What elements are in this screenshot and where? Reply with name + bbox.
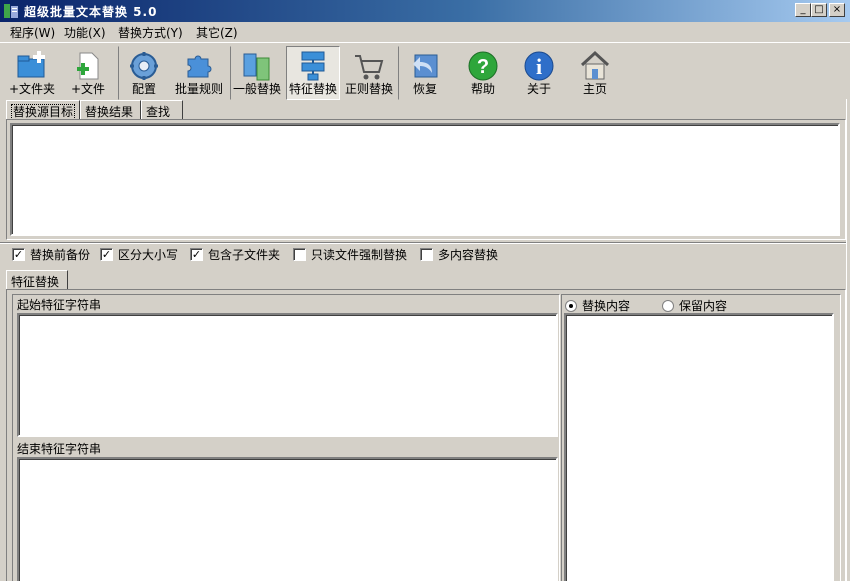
tab-replace-result-label: 替换结果 <box>85 105 134 119</box>
tab-replace-result[interactable]: 替换结果 <box>80 100 141 120</box>
subfolders-checkbox[interactable]: ✓ 包含子文件夹 <box>190 246 280 263</box>
backup-checkbox[interactable]: ✓ 替换前备份 <box>12 246 90 263</box>
minimize-button[interactable]: _ <box>795 3 811 17</box>
feature-replace-label: 特征替换 <box>288 82 337 96</box>
homepage-button[interactable]: 主页 <box>568 46 622 100</box>
toolbar: +文件夹 +文件 配置 批量规则 一般替换 特征替换 正则替换 恢复 ? 帮助 … <box>0 42 850 100</box>
add-folder-icon <box>17 51 45 78</box>
puzzle-icon <box>187 55 212 78</box>
regex-replace-button[interactable]: 正则替换 <box>342 46 396 100</box>
cart-icon <box>355 55 384 80</box>
keep-content-radio[interactable]: 保留内容 <box>662 297 727 314</box>
divider <box>0 242 850 244</box>
case-check-icon: ✓ <box>100 248 113 261</box>
end-feature-input[interactable] <box>17 457 558 581</box>
readonly-force-checkbox[interactable]: 只读文件强制替换 <box>293 246 407 263</box>
window-title: 超级批量文本替换 5.0 <box>24 5 158 19</box>
restore-label: 恢复 <box>412 82 437 96</box>
menu-program[interactable]: 程序(W) <box>10 24 55 41</box>
tab-search-label: 查找 <box>146 105 171 119</box>
replace-content-label: 替换内容 <box>582 299 631 313</box>
help-icon: ? <box>468 51 498 81</box>
add-file-icon <box>77 52 99 80</box>
replace-content-radio[interactable]: 替换内容 <box>565 297 630 314</box>
config-label: 配置 <box>131 82 156 96</box>
replace-radio-dot <box>565 299 577 312</box>
svg-text:i: i <box>536 54 542 79</box>
batch-rules-label: 批量规则 <box>174 82 223 96</box>
readonly-force-label: 只读文件强制替换 <box>311 248 408 262</box>
svg-text:?: ? <box>477 56 489 78</box>
normal-replace-button[interactable]: 一般替换 <box>230 46 284 100</box>
config-button[interactable]: 配置 <box>118 46 170 100</box>
tab-feature-replace-label: 特征替换 <box>11 275 60 289</box>
add-file-label: +文件 <box>70 82 106 96</box>
maximize-button[interactable]: □ <box>811 3 827 17</box>
help-label: 帮助 <box>470 82 495 96</box>
homepage-label: 主页 <box>582 82 607 96</box>
about-label: 关于 <box>526 82 551 96</box>
title-bar: 超级批量文本替换 5.0 _ □ × <box>0 0 850 22</box>
gear-icon <box>130 52 158 80</box>
add-folder-button[interactable]: +文件夹 <box>6 46 58 100</box>
undo-arrow-icon <box>413 54 438 78</box>
menu-bar: 程序(W) 功能(X) 替换方式(Y) 其它(Z) <box>0 22 850 41</box>
window-edge <box>846 99 850 581</box>
source-list[interactable] <box>10 123 840 236</box>
batch-rules-button[interactable]: 批量规则 <box>172 46 226 100</box>
start-feature-input[interactable] <box>17 313 558 437</box>
backup-label: 替换前备份 <box>30 248 91 262</box>
start-feature-label: 起始特征字符串 <box>17 298 102 312</box>
tab-replace-source[interactable]: 替换源目标 <box>6 100 80 120</box>
normal-replace-label: 一般替换 <box>232 82 281 96</box>
about-button[interactable]: i 关于 <box>512 46 566 100</box>
app-icon <box>4 4 18 18</box>
menu-other[interactable]: 其它(Z) <box>196 24 238 41</box>
multi-content-checkbox[interactable]: 多内容替换 <box>420 246 498 263</box>
tab-replace-source-label: 替换源目标 <box>11 104 76 120</box>
case-sensitive-label: 区分大小写 <box>118 248 179 262</box>
keep-content-label: 保留内容 <box>679 299 728 313</box>
tab-feature-replace[interactable]: 特征替换 <box>6 270 68 290</box>
info-icon: i <box>524 51 554 81</box>
help-button[interactable]: ? 帮助 <box>456 46 510 100</box>
subfolders-label: 包含子文件夹 <box>208 248 281 262</box>
case-sensitive-checkbox[interactable]: ✓ 区分大小写 <box>100 246 178 263</box>
close-button[interactable]: × <box>829 3 845 17</box>
backup-check-icon: ✓ <box>12 248 25 261</box>
feature-replace-button[interactable]: 特征替换 <box>286 46 340 100</box>
restore-button[interactable]: 恢复 <box>398 46 452 100</box>
network-icon <box>301 51 325 81</box>
end-feature-label: 结束特征字符串 <box>17 442 102 456</box>
tab-search[interactable]: 查找 <box>141 100 183 120</box>
subfolders-check-icon: ✓ <box>190 248 203 261</box>
regex-replace-label: 正则替换 <box>344 82 393 96</box>
multi-content-label: 多内容替换 <box>438 248 499 262</box>
content-input[interactable] <box>564 313 834 581</box>
add-file-button[interactable]: +文件 <box>62 46 114 100</box>
home-icon <box>580 50 610 80</box>
add-folder-label: +文件夹 <box>8 82 56 96</box>
keep-radio-dot <box>662 299 674 312</box>
menu-function[interactable]: 功能(X) <box>64 24 106 41</box>
swap-icon <box>243 53 270 81</box>
menu-replace-mode[interactable]: 替换方式(Y) <box>118 24 183 41</box>
